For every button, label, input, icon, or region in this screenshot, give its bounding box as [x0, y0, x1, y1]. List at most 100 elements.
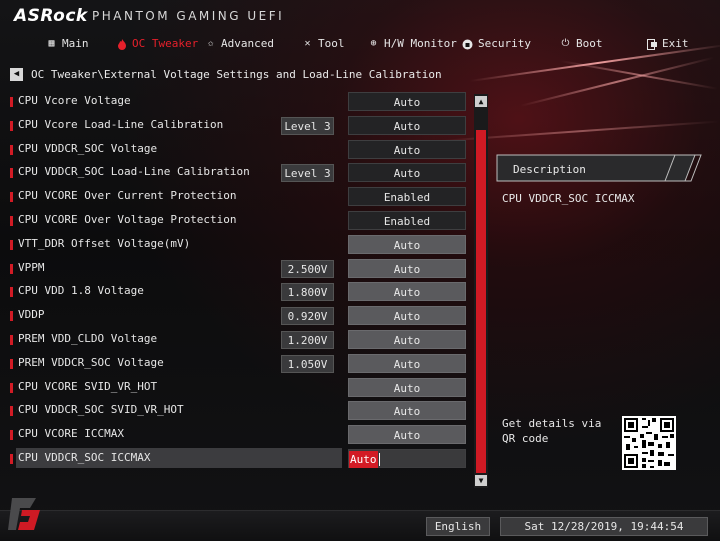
setting-label: CPU VDDCR_SOC Voltage	[18, 141, 158, 155]
setting-label: CPU Vcore Voltage	[18, 94, 131, 107]
language-button[interactable]: English	[426, 517, 490, 536]
menu-item-main[interactable]: ▦ Main	[46, 32, 88, 56]
back-button[interactable]: ◀	[10, 67, 23, 81]
exit-icon	[646, 38, 657, 50]
setting-row[interactable]: VDDP 0.920V Auto	[8, 304, 470, 328]
setting-label: CPU VDD 1.8 Voltage	[18, 284, 144, 298]
setting-value-field[interactable]: Auto	[348, 377, 466, 397]
setting-row[interactable]: VTT_DDR Offset Voltage(mV) Auto	[8, 233, 470, 257]
menu-item-tool[interactable]: ✕ Tool	[302, 32, 344, 56]
description-text: CPU VDDCR_SOC ICCMAX	[502, 192, 635, 205]
scroll-down-button[interactable]: ▼	[475, 475, 487, 486]
setting-value-field[interactable]: Auto	[348, 329, 466, 349]
menu-item-boot[interactable]: ⏻ Boot	[560, 32, 603, 56]
row-marker	[10, 382, 13, 393]
menu-item-hw-monitor[interactable]: ⊕ H/W Monitor	[368, 32, 456, 56]
setting-current-value: Level 3	[281, 164, 334, 183]
setting-label: PREM VDDCR_SOC Voltage	[18, 355, 164, 369]
setting-label: CPU VCORE Over Voltage Protection	[18, 212, 237, 226]
row-marker	[10, 168, 13, 179]
chevron-down-icon: ▼	[478, 476, 484, 485]
setting-label: CPU VCORE SVID_VR_HOT	[18, 379, 158, 393]
setting-value-field[interactable]: Auto	[348, 401, 466, 421]
flame-icon	[116, 38, 127, 50]
setting-row[interactable]: CPU VCORE Over Voltage Protection Enabled	[8, 209, 470, 233]
setting-label: CPU VDDCR_SOC Load-Line Calibration	[18, 165, 250, 179]
row-marker	[10, 120, 13, 131]
setting-value-field[interactable]: Auto	[348, 282, 466, 302]
description-title: Description	[513, 163, 586, 176]
row-marker	[10, 430, 13, 441]
settings-list: CPU Vcore Voltage Auto CPU Vcore Load-Line…	[8, 90, 470, 471]
row-marker	[10, 358, 13, 369]
main-menu: ▦ Main OC Tweaker ✩ Advanced ✕ Tool ⊕ H/…	[0, 32, 720, 56]
setting-current-value: 0.920V	[281, 307, 334, 326]
setting-current-value: 1.050V	[281, 354, 334, 373]
setting-label: CPU VCORE ICCMAX	[18, 427, 124, 441]
setting-row[interactable]: PREM VDDCR_SOC Voltage 1.050V Auto	[8, 352, 470, 376]
qr-caption: Get details via QR code	[502, 417, 602, 445]
menu-item-exit[interactable]: Exit	[646, 32, 689, 56]
setting-value-field[interactable]: Auto	[348, 234, 466, 254]
power-icon: ⏻	[561, 38, 570, 49]
setting-value-input[interactable]: Auto	[348, 448, 466, 468]
setting-row[interactable]: CPU VDDCR_SOC Voltage Auto	[8, 138, 470, 162]
grid-icon: ▦	[48, 38, 55, 49]
datetime-display: Sat 12/28/2019, 19:44:54	[500, 517, 708, 536]
setting-row[interactable]: CPU VDDCR_SOC Load-Line Calibration Level…	[8, 161, 470, 185]
tools-icon: ✕	[304, 38, 311, 49]
qr-code-image	[622, 416, 676, 470]
chevron-left-icon: ◀	[13, 69, 20, 79]
setting-value-field[interactable]: Auto	[348, 115, 466, 135]
row-marker	[10, 97, 13, 107]
chevron-up-icon: ▲	[478, 97, 484, 106]
setting-row[interactable]: CPU VCORE Over Current Protection Enabled	[8, 185, 470, 209]
setting-row[interactable]: CPU VCORE SVID_VR_HOT Auto	[8, 376, 470, 400]
setting-row[interactable]: CPU VDD 1.8 Voltage 1.800V Auto	[8, 280, 470, 304]
setting-value-field[interactable]: Auto	[348, 163, 466, 183]
setting-row[interactable]: CPU VDDCR_SOC SVID_VR_HOT Auto	[8, 399, 470, 423]
setting-value-field[interactable]: Enabled	[348, 187, 466, 207]
setting-value-field[interactable]: Enabled	[348, 210, 466, 230]
setting-row[interactable]: CPU VCORE ICCMAX Auto	[8, 423, 470, 447]
scrollbar[interactable]: ▲ ▼	[474, 94, 488, 488]
setting-current-value: Level 3	[281, 116, 334, 135]
setting-value-field[interactable]: Auto	[348, 92, 466, 111]
row-marker	[10, 334, 13, 345]
setting-row[interactable]: CPU Vcore Voltage Auto	[8, 90, 470, 114]
row-marker	[10, 406, 13, 417]
monitor-icon: ⊕	[370, 38, 377, 49]
row-marker	[10, 192, 13, 203]
setting-label: CPU Vcore Load-Line Calibration	[18, 117, 224, 131]
brand-subtitle: PHANTOM GAMING UEFI	[92, 9, 285, 23]
setting-label: PREM VDD_CLDO Voltage	[18, 331, 158, 345]
menu-item-oc-tweaker[interactable]: OC Tweaker	[116, 32, 198, 56]
row-marker	[10, 311, 13, 322]
breadcrumb-path: OC Tweaker\External Voltage Settings and…	[31, 67, 442, 81]
setting-value-field[interactable]: Auto	[348, 306, 466, 326]
scrollbar-thumb[interactable]	[476, 130, 486, 473]
setting-row[interactable]: CPU Vcore Load-Line Calibration Level 3 Au…	[8, 114, 470, 138]
setting-value-field[interactable]: Auto	[348, 139, 466, 159]
shield-icon	[462, 39, 473, 50]
setting-current-value: 1.800V	[281, 283, 334, 302]
setting-value-field[interactable]: Auto	[348, 353, 466, 373]
row-marker	[10, 287, 13, 298]
row-marker	[10, 215, 13, 226]
setting-row[interactable]: VPPM 2.500V Auto	[8, 257, 470, 281]
setting-row[interactable]: CPU VDDCR_SOC ICCMAX Auto	[8, 447, 470, 471]
row-marker	[10, 144, 13, 155]
menu-item-security[interactable]: Security	[462, 32, 531, 56]
row-marker	[10, 239, 13, 250]
setting-current-value: 2.500V	[281, 259, 334, 278]
setting-value-field[interactable]: Auto	[348, 258, 466, 278]
setting-value-field[interactable]: Auto	[348, 425, 466, 445]
setting-label: VDDP	[18, 308, 45, 322]
row-marker	[10, 453, 13, 464]
setting-label: VTT_DDR Offset Voltage(mV)	[18, 236, 191, 250]
brand-logo: ASRock	[14, 6, 88, 26]
setting-label: VPPM	[18, 260, 45, 274]
setting-row[interactable]: PREM VDD_CLDO Voltage 1.200V Auto	[8, 328, 470, 352]
scroll-up-button[interactable]: ▲	[475, 96, 487, 107]
menu-item-advanced[interactable]: ✩ Advanced	[205, 32, 274, 56]
